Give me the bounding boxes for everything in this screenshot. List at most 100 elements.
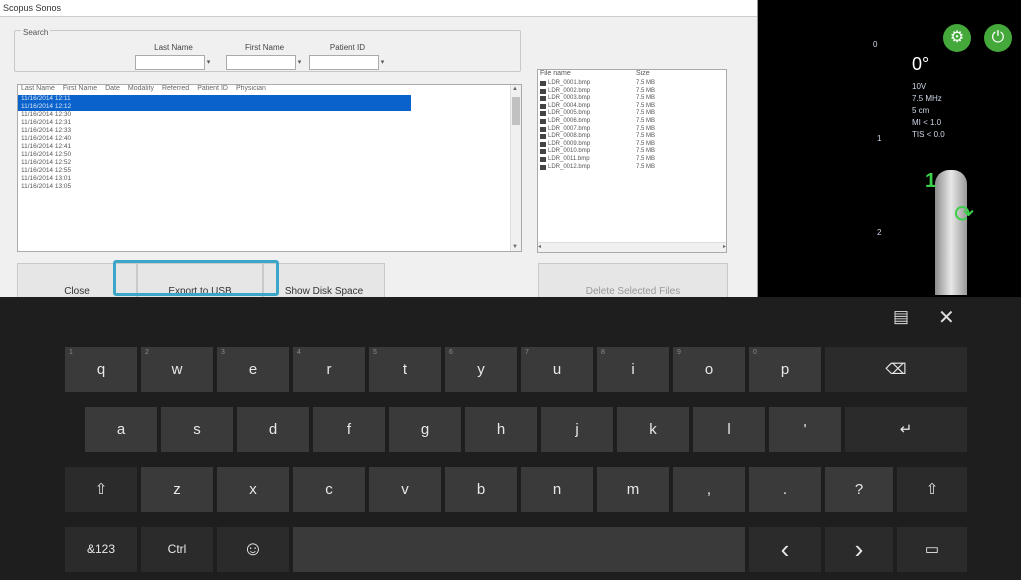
- key-v[interactable]: v: [369, 467, 441, 512]
- list-item[interactable]: LDR_0003.bmp 7.5 MB: [538, 95, 726, 103]
- scan-panel: [758, 0, 1021, 297]
- list-item[interactable]: LDR_0012.bmp 7.5 MB: [538, 164, 726, 172]
- table-row[interactable]: 11/16/2014 13:01: [18, 175, 411, 183]
- key-b[interactable]: b: [445, 467, 517, 512]
- key-q[interactable]: 1q: [65, 347, 137, 392]
- list-item[interactable]: LDR_0011.bmp 7.5 MB: [538, 156, 726, 164]
- gear-icon[interactable]: ⚙: [943, 24, 971, 52]
- studies-list[interactable]: Last Name First Name Date Modality Refer…: [17, 84, 522, 252]
- key-a[interactable]: a: [85, 407, 157, 452]
- patient-id-input[interactable]: [309, 55, 379, 71]
- table-row[interactable]: 11/16/2014 13:05: [18, 183, 411, 191]
- column-header[interactable]: Modality: [128, 85, 154, 95]
- chevron-down-icon[interactable]: ▾: [379, 56, 386, 69]
- key-apostrophe[interactable]: ': [769, 407, 841, 452]
- column-header[interactable]: Size: [636, 70, 650, 80]
- table-row[interactable]: 11/16/2014 12:12: [18, 103, 411, 111]
- key-n[interactable]: n: [521, 467, 593, 512]
- key-t[interactable]: 5t: [369, 347, 441, 392]
- list-item[interactable]: LDR_0002.bmp 7.5 MB: [538, 88, 726, 96]
- key-p[interactable]: 0p: [749, 347, 821, 392]
- column-header[interactable]: Referred: [162, 85, 189, 95]
- list-item[interactable]: LDR_0006.bmp 7.5 MB: [538, 118, 726, 126]
- scroll-left-icon[interactable]: ◂: [538, 244, 541, 250]
- key-r[interactable]: 4r: [293, 347, 365, 392]
- column-header[interactable]: File name: [540, 70, 636, 80]
- show-disk-space-button[interactable]: Show Disk Space: [263, 263, 385, 299]
- table-row[interactable]: 11/16/2014 12:52: [18, 159, 411, 167]
- column-header[interactable]: Physician: [236, 85, 266, 95]
- scroll-right-icon[interactable]: ▸: [723, 243, 726, 250]
- key-f[interactable]: f: [313, 407, 385, 452]
- list-item[interactable]: LDR_0008.bmp 7.5 MB: [538, 133, 726, 141]
- emoji-icon[interactable]: ☺: [217, 527, 289, 572]
- list-item[interactable]: LDR_0004.bmp 7.5 MB: [538, 103, 726, 111]
- key-x[interactable]: x: [217, 467, 289, 512]
- scroll-thumb[interactable]: [512, 97, 520, 125]
- delete-selected-files-button[interactable]: Delete Selected Files: [538, 263, 728, 299]
- shift-key-right[interactable]: ⇧: [897, 467, 967, 512]
- key-g[interactable]: g: [389, 407, 461, 452]
- chevron-down-icon[interactable]: ▾: [296, 56, 303, 69]
- scroll-up-icon[interactable]: ▲: [512, 86, 518, 92]
- table-row[interactable]: 11/16/2014 12:33: [18, 127, 411, 135]
- space-key[interactable]: [293, 527, 745, 572]
- key-i[interactable]: 8i: [597, 347, 669, 392]
- ctrl-key[interactable]: Ctrl: [141, 527, 213, 572]
- table-row[interactable]: 11/16/2014 12:40: [18, 135, 411, 143]
- list-item[interactable]: LDR_0007.bmp 7.5 MB: [538, 126, 726, 134]
- key-d[interactable]: d: [237, 407, 309, 452]
- file-size: 7.5 MB: [636, 80, 656, 86]
- table-row[interactable]: 11/16/2014 12:41: [18, 143, 411, 151]
- chevron-down-icon[interactable]: ▾: [205, 56, 212, 69]
- key-k[interactable]: k: [617, 407, 689, 452]
- keyboard-switch-icon[interactable]: ▭: [897, 527, 967, 572]
- table-row[interactable]: 11/16/2014 12:50: [18, 151, 411, 159]
- table-row[interactable]: 11/16/2014 12:11: [18, 95, 411, 103]
- key-h[interactable]: h: [465, 407, 537, 452]
- key-u[interactable]: 7u: [521, 347, 593, 392]
- key-s[interactable]: s: [161, 407, 233, 452]
- first-name-input[interactable]: [226, 55, 296, 71]
- table-row[interactable]: 11/16/2014 12:31: [18, 119, 411, 127]
- enter-key[interactable]: ↵: [845, 407, 967, 452]
- shift-key-left[interactable]: ⇧: [65, 467, 137, 512]
- column-header[interactable]: First Name: [63, 85, 97, 95]
- key-m[interactable]: m: [597, 467, 669, 512]
- power-icon[interactable]: ⏻: [984, 24, 1012, 52]
- file-icon: [540, 126, 546, 132]
- key-z[interactable]: z: [141, 467, 213, 512]
- key-j[interactable]: j: [541, 407, 613, 452]
- file-name: LDR_0011.bmp: [548, 155, 590, 162]
- column-header[interactable]: Last Name: [21, 85, 55, 95]
- key-comma[interactable]: ,: [673, 467, 745, 512]
- list-item[interactable]: LDR_0009.bmp 7.5 MB: [538, 141, 726, 149]
- studies-scrollbar[interactable]: ▲ ▼: [510, 85, 521, 251]
- list-item[interactable]: LDR_0001.bmp 7.5 MB: [538, 80, 726, 88]
- list-item[interactable]: LDR_0005.bmp 7.5 MB: [538, 110, 726, 118]
- close-icon[interactable]: ✕: [938, 305, 955, 330]
- cursor-right-key[interactable]: ›: [825, 527, 893, 572]
- scroll-down-icon[interactable]: ▼: [512, 244, 518, 250]
- backspace-key[interactable]: ⌫: [825, 347, 967, 392]
- key-question[interactable]: ?: [825, 467, 893, 512]
- key-l[interactable]: l: [693, 407, 765, 452]
- table-row[interactable]: 11/16/2014 12:55: [18, 167, 411, 175]
- key-period[interactable]: .: [749, 467, 821, 512]
- key-y[interactable]: 6y: [445, 347, 517, 392]
- files-hscrollbar[interactable]: ◂ ▸: [538, 242, 726, 252]
- column-header[interactable]: Patient ID: [197, 85, 228, 95]
- column-header[interactable]: Date: [105, 85, 120, 95]
- key-w[interactable]: 2w: [141, 347, 213, 392]
- key-e[interactable]: 3e: [217, 347, 289, 392]
- list-item[interactable]: LDR_0010.bmp 7.5 MB: [538, 148, 726, 156]
- symbols-key[interactable]: &123: [65, 527, 137, 572]
- last-name-input[interactable]: [135, 55, 205, 71]
- files-list[interactable]: File name Size LDR_0001.bmp 7.5 MB LDR_00…: [537, 69, 727, 253]
- rotate-icon[interactable]: ⟳: [954, 200, 974, 229]
- key-o[interactable]: 9o: [673, 347, 745, 392]
- key-c[interactable]: c: [293, 467, 365, 512]
- table-row[interactable]: 11/16/2014 12:30: [18, 111, 411, 119]
- keyboard-layout-icon[interactable]: ▤: [893, 307, 909, 327]
- cursor-left-key[interactable]: ‹: [749, 527, 821, 572]
